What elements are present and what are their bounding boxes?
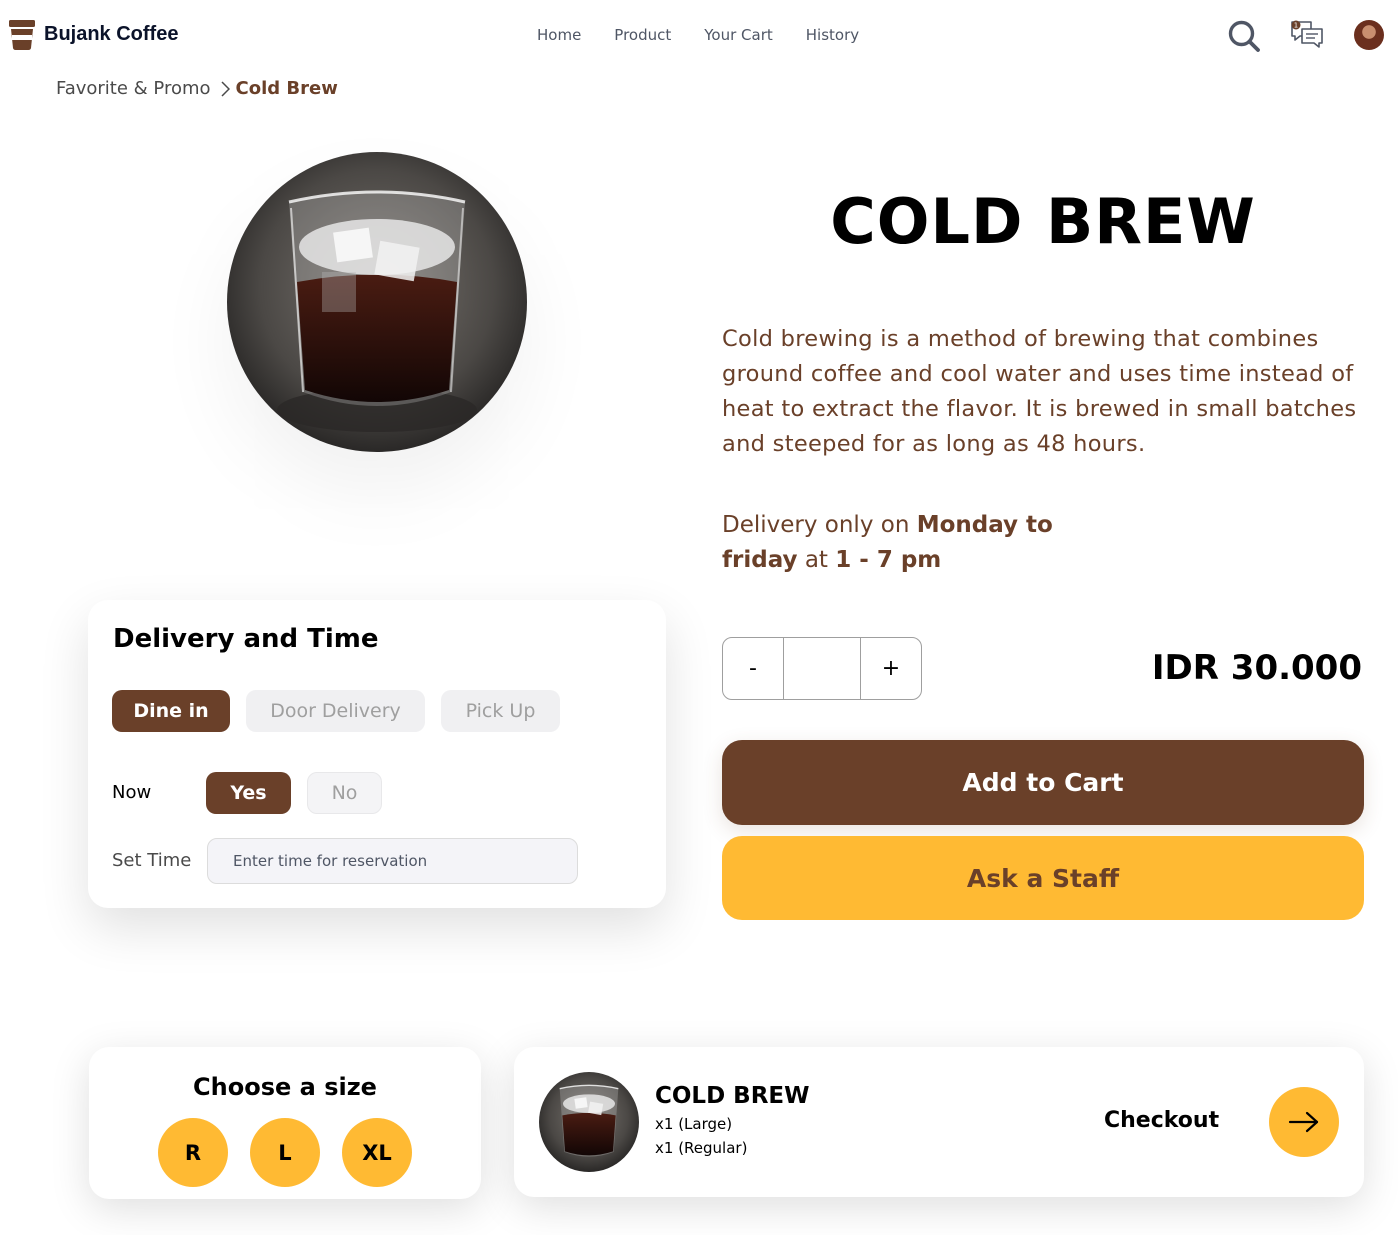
size-l-button[interactable]: L: [250, 1118, 320, 1187]
breadcrumb: Favorite & Promo Cold Brew: [56, 78, 338, 99]
checkout-item-name: COLD BREW: [655, 1083, 810, 1109]
delivery-note-mid: at: [797, 547, 836, 573]
nav-history[interactable]: History: [806, 26, 859, 44]
checkout-item-line-2: x1 (Regular): [655, 1139, 748, 1157]
reservation-time-input[interactable]: [207, 838, 578, 884]
ask-staff-button[interactable]: Ask a Staff: [722, 836, 1364, 920]
nav-home[interactable]: Home: [537, 26, 581, 44]
now-yes-button[interactable]: Yes: [206, 772, 291, 814]
coffee-cup-icon: [9, 20, 35, 50]
nav-your-cart[interactable]: Your Cart: [704, 26, 773, 44]
chat-icon[interactable]: 1: [1289, 18, 1325, 52]
quantity-decrease-button[interactable]: -: [723, 638, 783, 699]
avatar[interactable]: [1354, 20, 1384, 50]
quantity-increase-button[interactable]: +: [861, 638, 921, 699]
quantity-stepper: - +: [722, 637, 922, 700]
method-pick-up-button[interactable]: Pick Up: [441, 690, 560, 732]
size-r-button[interactable]: R: [158, 1118, 228, 1187]
checkout-item-line-1: x1 (Large): [655, 1115, 733, 1133]
search-icon[interactable]: [1227, 19, 1261, 53]
delivery-time-card: Delivery and Time Dine in Door Delivery …: [88, 600, 666, 908]
brand-logo[interactable]: Bujank Coffee: [8, 18, 178, 51]
breadcrumb-parent[interactable]: Favorite & Promo: [56, 78, 211, 99]
product-image: [227, 152, 527, 452]
cold-brew-photo: [227, 152, 527, 452]
product-description: Cold brewing is a method of brewing that…: [722, 326, 1357, 457]
delivery-card-title: Delivery and Time: [113, 624, 379, 654]
size-card-title: Choose a size: [193, 1073, 377, 1101]
main-nav: Home Product Your Cart History: [537, 26, 892, 44]
product-price: IDR 30.000: [1151, 648, 1362, 688]
delivery-note-prefix: Delivery only on: [722, 512, 917, 538]
now-no-button[interactable]: No: [307, 772, 382, 814]
checkout-item-thumbnail: [539, 1072, 639, 1172]
add-to-cart-button[interactable]: Add to Cart: [722, 740, 1364, 825]
breadcrumb-current: Cold Brew: [235, 78, 338, 99]
chevron-right-icon: [220, 80, 230, 97]
product-title: COLD BREW: [830, 185, 1256, 258]
cold-brew-thumb-photo: [539, 1072, 639, 1172]
nav-product[interactable]: Product: [614, 26, 671, 44]
now-label: Now: [112, 782, 152, 803]
brand-name: Bujank Coffee: [44, 23, 179, 45]
delivery-note: Delivery only on Monday to friday at 1 -…: [722, 508, 1102, 578]
size-xl-button[interactable]: XL: [342, 1118, 412, 1187]
set-time-label: Set Time: [112, 850, 192, 871]
delivery-time: 1 - 7 pm: [835, 547, 942, 573]
chat-badge: 1: [1294, 22, 1298, 30]
size-card: Choose a size R L XL: [89, 1047, 481, 1199]
checkout-button[interactable]: [1269, 1087, 1339, 1157]
arrow-right-icon: [1288, 1111, 1319, 1133]
method-door-delivery-button[interactable]: Door Delivery: [246, 690, 425, 732]
checkout-card: COLD BREW x1 (Large) x1 (Regular) Checko…: [514, 1047, 1364, 1197]
quantity-input[interactable]: [783, 638, 861, 699]
method-dine-in-button[interactable]: Dine in: [112, 690, 230, 732]
checkout-label[interactable]: Checkout: [1104, 1108, 1219, 1133]
